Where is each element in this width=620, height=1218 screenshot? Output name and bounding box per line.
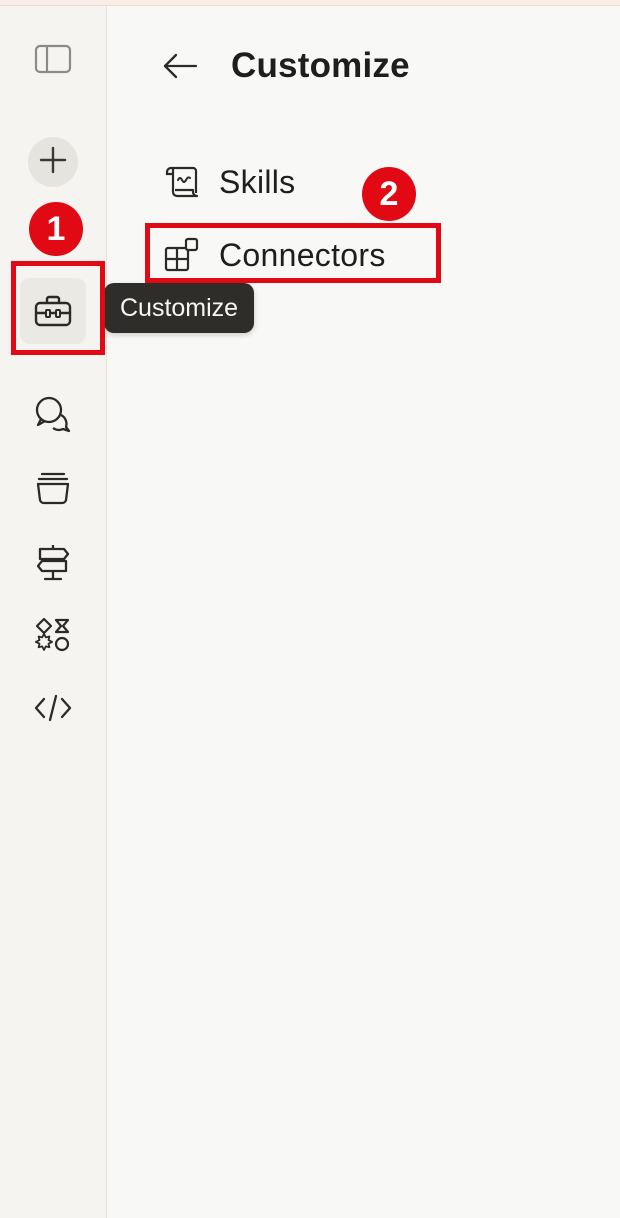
sidebar-item-chats[interactable] — [23, 384, 83, 444]
connectors-icon — [162, 235, 202, 275]
tooltip: Customize — [104, 283, 255, 333]
sidebar-item-signpost[interactable] — [23, 532, 83, 592]
new-chat-button[interactable] — [28, 137, 78, 187]
sidebar-panel-icon — [34, 44, 72, 74]
annotation-badge-1: 1 — [29, 202, 83, 256]
page-title: Customize — [231, 46, 410, 85]
nav-item-label: Skills — [219, 163, 296, 200]
toggle-sidebar-button[interactable] — [23, 29, 83, 89]
sidebar-item-customize[interactable] — [20, 278, 86, 344]
annotation-badge-2: 2 — [362, 167, 416, 221]
nav-item-connectors[interactable]: Connectors — [150, 229, 435, 281]
code-icon — [34, 693, 72, 723]
stack-icon — [35, 470, 71, 506]
toolbox-icon — [34, 294, 72, 328]
chat-bubbles-icon — [34, 395, 72, 433]
sidebar-item-code[interactable] — [23, 678, 83, 738]
sidebar-item-artifacts[interactable] — [23, 605, 83, 665]
back-button[interactable] — [160, 48, 200, 88]
scroll-icon — [162, 162, 202, 202]
sidebar-item-projects[interactable] — [23, 458, 83, 518]
shapes-icon — [35, 617, 71, 653]
signpost-icon — [35, 543, 71, 581]
plus-icon — [39, 146, 67, 179]
arrow-left-icon — [162, 52, 198, 85]
nav-item-label: Connectors — [219, 236, 386, 273]
